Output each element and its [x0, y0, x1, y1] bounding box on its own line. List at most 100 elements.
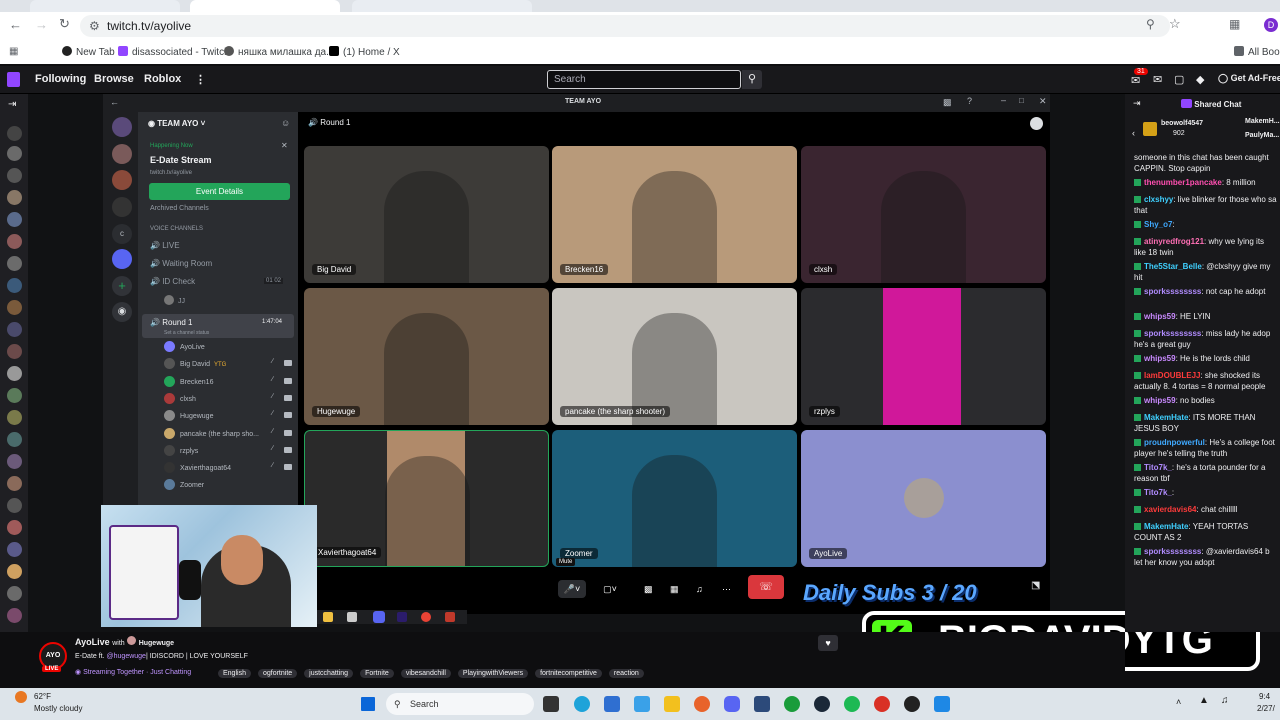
- stream-tag[interactable]: Fortnite: [360, 669, 394, 678]
- wifi-icon[interactable]: ▲: [1199, 695, 1209, 706]
- chat-username[interactable]: thenumber1pancake: [1144, 178, 1222, 187]
- channel-avatar[interactable]: [7, 344, 22, 359]
- xbox-icon[interactable]: [784, 696, 800, 712]
- server-icon[interactable]: [112, 197, 132, 217]
- chat-username[interactable]: IamDOUBLEJJ: [1144, 371, 1200, 380]
- voice-channel-id-check[interactable]: 🔊 ID Check: [150, 277, 195, 286]
- chat-username[interactable]: whips59: [1144, 312, 1176, 321]
- stream-tag[interactable]: fortnitecompetitive: [535, 669, 602, 678]
- channel-avatar[interactable]: [7, 126, 22, 141]
- channel-avatar[interactable]: [7, 564, 22, 579]
- channel-avatar[interactable]: [7, 212, 22, 227]
- channel-avatar[interactable]: [7, 432, 22, 447]
- maximize-icon[interactable]: □: [1019, 96, 1024, 105]
- chat-username[interactable]: sporkssssssss: [1144, 547, 1201, 556]
- show-hidden-icons[interactable]: ˄: [1176, 697, 1181, 707]
- archived-channels[interactable]: Archived Channels: [150, 205, 209, 212]
- server-icon[interactable]: c: [112, 224, 132, 244]
- channel-avatar[interactable]: [7, 366, 22, 381]
- bookmark-all[interactable]: All Book: [1234, 46, 1280, 58]
- windows-start-icon[interactable]: [361, 697, 375, 711]
- close-event-icon[interactable]: ✕: [281, 141, 288, 150]
- help-icon[interactable]: ?: [967, 96, 972, 106]
- volume-icon[interactable]: ♫: [1221, 695, 1229, 706]
- discord-back-icon[interactable]: ←: [110, 97, 119, 107]
- streaming-together-label[interactable]: Streaming Together: [83, 669, 144, 676]
- id-check-member[interactable]: JJ: [164, 295, 185, 305]
- channel-avatar[interactable]: [7, 146, 22, 161]
- minimize-icon[interactable]: –: [1001, 95, 1006, 105]
- stream-tag[interactable]: reaction: [608, 669, 644, 678]
- server-icon[interactable]: [112, 117, 132, 137]
- voice-member[interactable]: rzplys ∕: [164, 444, 294, 459]
- channel-avatar[interactable]: [7, 498, 22, 513]
- stream-tag[interactable]: vibesandchill: [400, 669, 451, 678]
- disconnect-button[interactable]: ☏: [748, 575, 784, 599]
- crown-icon[interactable]: ◆: [1196, 73, 1204, 86]
- follow-heart-icon[interactable]: ♥: [818, 635, 838, 651]
- collab-name[interactable]: Hugewuge: [139, 640, 174, 647]
- bookmark-x[interactable]: (1) Home / X: [329, 46, 400, 58]
- nav-browse[interactable]: Browse: [94, 73, 134, 85]
- weather-temp[interactable]: 62°F: [34, 692, 51, 701]
- bookmark-nyashka[interactable]: няшка милашка да...: [224, 46, 334, 58]
- chat-username[interactable]: sporkssssssss: [1144, 329, 1201, 338]
- nav-following[interactable]: Following: [35, 73, 86, 85]
- search-button[interactable]: ⚲: [742, 70, 762, 89]
- chat-username[interactable]: sporkssssssss: [1144, 287, 1201, 296]
- expand-sidebar-icon[interactable]: ⇥: [8, 99, 16, 110]
- channel-avatar[interactable]: [7, 454, 22, 469]
- activities-button[interactable]: ▦: [670, 580, 679, 598]
- channel-avatar[interactable]: [7, 608, 22, 623]
- chat-username[interactable]: whips59: [1144, 354, 1176, 363]
- activity-icon[interactable]: ▢: [1174, 73, 1184, 86]
- channel-avatar[interactable]: [7, 234, 22, 249]
- url-field[interactable]: ⚙ twitch.tv/ayolive: [80, 15, 1170, 37]
- chat-username[interactable]: proudnpowerful: [1144, 438, 1205, 447]
- voice-channel-waiting-room[interactable]: 🔊 Waiting Room: [150, 259, 212, 268]
- extensions-icon[interactable]: ▦: [1229, 17, 1240, 31]
- vpn-icon[interactable]: [754, 696, 770, 712]
- nav-roblox[interactable]: Roblox: [144, 73, 181, 85]
- twitch-search-input[interactable]: Search: [547, 70, 741, 89]
- voice-member[interactable]: AyoLive: [164, 341, 294, 355]
- get-ad-free-button[interactable]: ◯ Get Ad-Free: [1218, 73, 1280, 84]
- chat-username[interactable]: MakemHate: [1144, 413, 1188, 422]
- add-server-icon[interactable]: +: [112, 276, 132, 296]
- microphone-button[interactable]: 🎤˅: [558, 580, 586, 598]
- voice-member[interactable]: pancake (the sharp sho... ∕: [164, 427, 294, 442]
- photos-icon[interactable]: [634, 696, 650, 712]
- soundboard-button[interactable]: ♫: [696, 580, 703, 598]
- profile-avatar[interactable]: D: [1264, 18, 1278, 32]
- video-tile[interactable]: clxsh: [801, 146, 1046, 283]
- chat-username[interactable]: whips59: [1144, 396, 1176, 405]
- browser-tab[interactable]: [30, 0, 180, 12]
- video-tile[interactable]: rzplys: [801, 288, 1046, 425]
- stream-tag[interactable]: PlayingwithViewers: [457, 669, 529, 678]
- edge-icon[interactable]: [574, 696, 590, 712]
- stream-tag[interactable]: justcchatting: [304, 669, 354, 678]
- apps-icon[interactable]: ▦: [9, 46, 18, 57]
- video-tile[interactable]: Xavierthagoat64: [304, 430, 549, 567]
- chat-username[interactable]: atinyredfrog121: [1144, 237, 1204, 246]
- chrome-icon[interactable]: [874, 696, 890, 712]
- channel-avatar[interactable]: [7, 410, 22, 425]
- chat-prev-icon[interactable]: ‹: [1132, 128, 1135, 138]
- reload-icon[interactable]: ↻: [59, 16, 70, 32]
- discover-icon[interactable]: ◉: [112, 302, 132, 322]
- chat-username[interactable]: xavierdavis64: [1144, 505, 1197, 514]
- discord-icon[interactable]: [724, 696, 740, 712]
- title-mention[interactable]: @hugewuge: [107, 653, 146, 660]
- voice-channel-live[interactable]: 🔊 LIVE: [150, 241, 180, 250]
- stream-tag[interactable]: ogfortnite: [257, 669, 298, 678]
- stream-tag[interactable]: English: [218, 669, 251, 678]
- voice-member[interactable]: Xavierthagoat64 ∕: [164, 462, 294, 476]
- channel-avatar[interactable]: [7, 388, 22, 403]
- inbox-icon[interactable]: ▩: [943, 97, 952, 108]
- server-icon[interactable]: [112, 170, 132, 190]
- round-status[interactable]: Set a channel status: [164, 330, 209, 336]
- obs-icon[interactable]: [904, 696, 920, 712]
- video-tile[interactable]: Big David: [304, 146, 549, 283]
- task-view-icon[interactable]: [543, 696, 559, 712]
- channel-avatar[interactable]: [7, 520, 22, 535]
